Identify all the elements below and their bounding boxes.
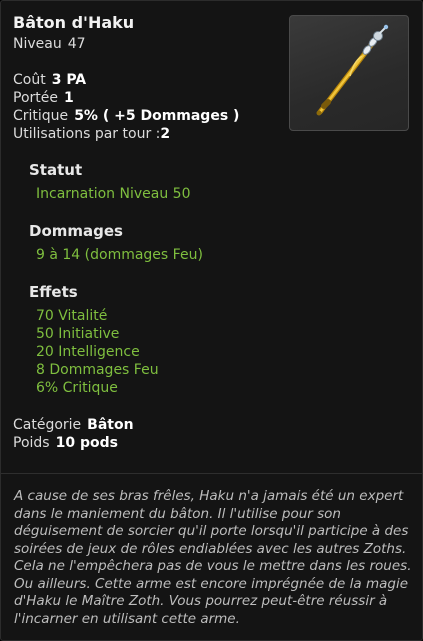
cost-value: 3 PA	[51, 72, 87, 88]
effect-item: 50 Initiative	[36, 326, 120, 342]
uses-value: 2	[160, 126, 171, 142]
category-row: Catégorie Bâton	[13, 416, 134, 434]
uses-row: Utilisations par tour :2	[13, 125, 239, 143]
cost-label: Coût	[13, 72, 46, 88]
level-label: Niveau	[13, 36, 62, 52]
range-row: Portée 1	[13, 89, 239, 107]
status-title: Statut	[29, 161, 83, 179]
weight-value: 10 pods	[55, 435, 118, 451]
status-value: Incarnation Niveau 50	[36, 186, 191, 202]
item-level: Niveau 47	[13, 36, 86, 52]
weight-row: Poids 10 pods	[13, 434, 134, 452]
category-value: Bâton	[87, 417, 134, 433]
uses-label: Utilisations par tour :	[13, 126, 161, 142]
critical-label: Critique	[13, 108, 69, 124]
level-value: 47	[67, 36, 86, 52]
category-label: Catégorie	[13, 417, 82, 433]
item-image-frame	[289, 15, 409, 131]
item-stats: Coût 3 PA Portée 1 Critique 5% ( +5 Dommage…	[13, 71, 239, 143]
weight-label: Poids	[13, 435, 50, 451]
effect-item: 6% Critique	[36, 380, 118, 396]
item-name: Bâton d'Haku	[13, 13, 135, 32]
effects-title: Effets	[29, 283, 78, 301]
critical-row: Critique 5% ( +5 Dommages )	[13, 107, 239, 125]
item-meta: Catégorie Bâton Poids 10 pods	[13, 416, 134, 452]
item-description: A cause de ses bras frêles, Haku n'a jam…	[14, 488, 412, 627]
effect-item: 8 Dommages Feu	[36, 362, 159, 378]
effects-list: 70 Vitalité 50 Initiative 20 Intelligenc…	[36, 307, 159, 397]
range-label: Portée	[13, 90, 58, 106]
range-value: 1	[63, 90, 74, 106]
effect-item: 70 Vitalité	[36, 308, 108, 324]
effect-item: 20 Intelligence	[36, 344, 140, 360]
divider	[1, 473, 422, 474]
damage-title: Dommages	[29, 222, 123, 240]
cost-row: Coût 3 PA	[13, 71, 239, 89]
damage-value: 9 à 14 (dommages Feu)	[36, 247, 203, 263]
item-tooltip: Bâton d'Haku Niveau 47 Coût 3 PA Portée …	[0, 0, 423, 641]
critical-value: 5% ( +5 Dommages )	[74, 108, 240, 124]
staff-icon	[316, 24, 389, 116]
